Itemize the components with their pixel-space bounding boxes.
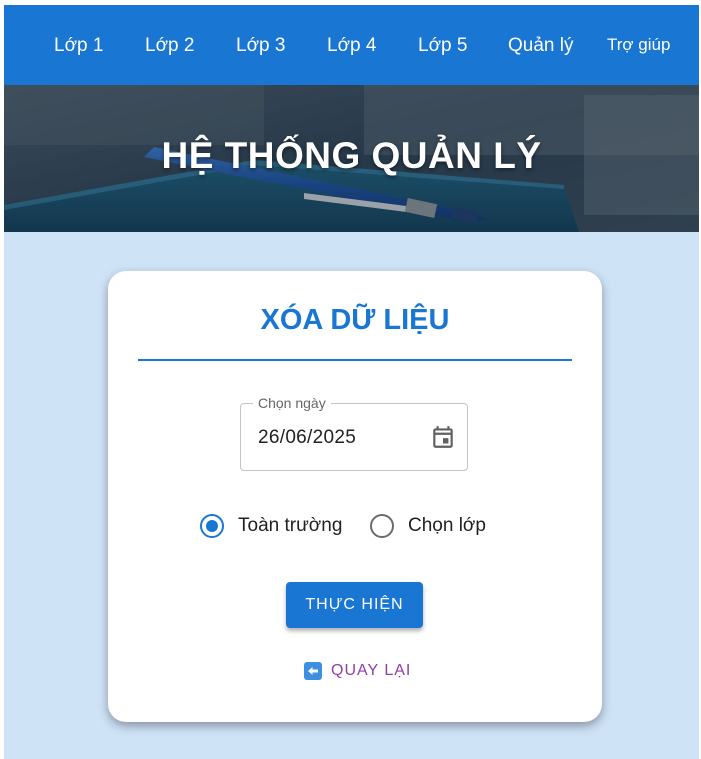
radio-label-toan-truong: Toàn trường	[238, 515, 343, 536]
top-navbar: Lớp 1 Lớp 2 Lớp 3 Lớp 4 Lớp 5 Quản lý Tr…	[4, 5, 699, 85]
nav-item-lop-5[interactable]: Lớp 5	[418, 5, 467, 85]
radio-chon-lop[interactable]: Chọn lớp	[370, 513, 486, 539]
calendar-icon[interactable]	[430, 423, 456, 451]
execute-button[interactable]: THỰC HIỆN	[286, 582, 423, 628]
delete-data-card: XÓA DỮ LIỆU Chọn ngày 26/06/2025 Toàn tr…	[108, 271, 602, 722]
back-link-label: QUAY LẠI	[331, 662, 412, 679]
title-divider	[138, 359, 572, 361]
hero-title: HỆ THỐNG QUẢN LÝ	[161, 135, 542, 176]
radio-label-chon-lop: Chọn lớp	[408, 515, 486, 536]
date-picker-field[interactable]: Chọn ngày 26/06/2025	[240, 395, 468, 471]
arrow-left-icon	[304, 662, 322, 680]
date-field-label: Chọn ngày	[253, 395, 331, 411]
card-title: XÓA DỮ LIỆU	[260, 304, 450, 336]
radio-button-checked[interactable]	[200, 514, 224, 538]
nav-item-lop-1[interactable]: Lớp 1	[54, 5, 103, 85]
nav-item-tro-giup[interactable]: Trợ giúp	[607, 5, 670, 85]
back-link[interactable]: QUAY LẠI	[304, 660, 411, 682]
radio-toan-truong[interactable]: Toàn trường	[200, 513, 342, 539]
nav-item-lop-3[interactable]: Lớp 3	[236, 5, 285, 85]
radio-button-unchecked[interactable]	[370, 514, 394, 538]
hero-banner: HỆ THỐNG QUẢN LÝ	[4, 85, 699, 232]
date-field-value[interactable]: 26/06/2025	[258, 427, 356, 449]
nav-item-lop-4[interactable]: Lớp 4	[327, 5, 376, 85]
nav-item-quan-ly[interactable]: Quản lý	[508, 5, 573, 85]
nav-item-lop-2[interactable]: Lớp 2	[145, 5, 194, 85]
